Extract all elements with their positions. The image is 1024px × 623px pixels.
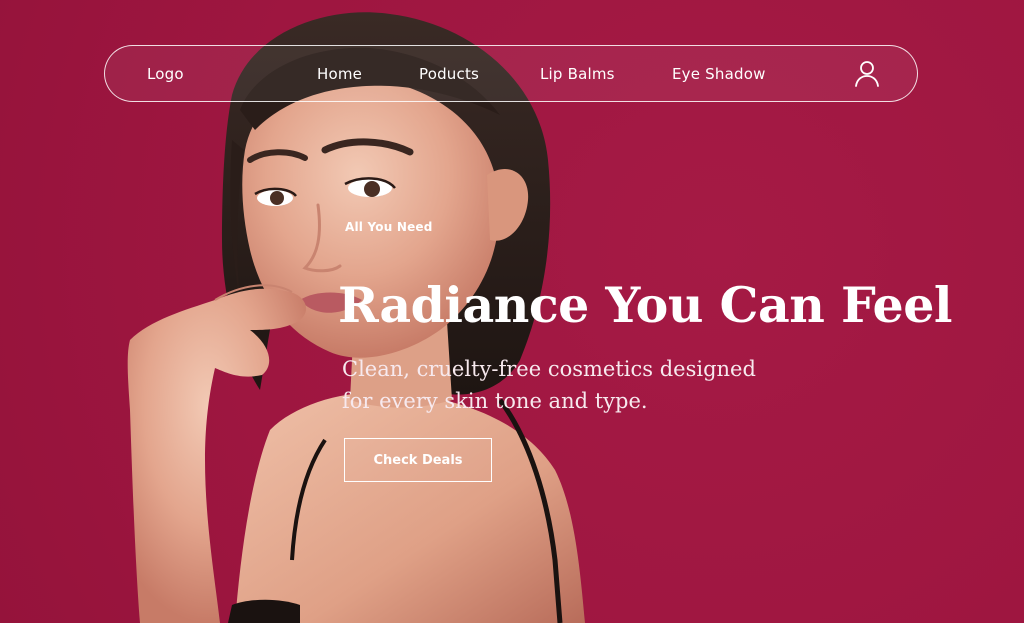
user-icon[interactable] [854, 60, 880, 88]
hero-subcopy: Clean, cruelty-free cosmetics designed f… [342, 357, 756, 413]
nav-lip-balms-link[interactable]: Lip Balms [540, 46, 615, 103]
hero-section: Logo Home Poducts Lip Balms Eye Shadow A… [0, 0, 1024, 623]
top-navigation: Logo Home Poducts Lip Balms Eye Shadow [104, 45, 918, 102]
hero-headline: Radiance You Can Feel [338, 275, 953, 334]
nav-home-link[interactable]: Home [317, 46, 362, 103]
nav-products-link[interactable]: Poducts [419, 46, 479, 103]
check-deals-button[interactable]: Check Deals [344, 438, 492, 482]
logo-link[interactable]: Logo [147, 46, 184, 103]
nav-eye-shadow-link[interactable]: Eye Shadow [672, 46, 766, 103]
hero-eyebrow: All You Need [345, 220, 433, 234]
